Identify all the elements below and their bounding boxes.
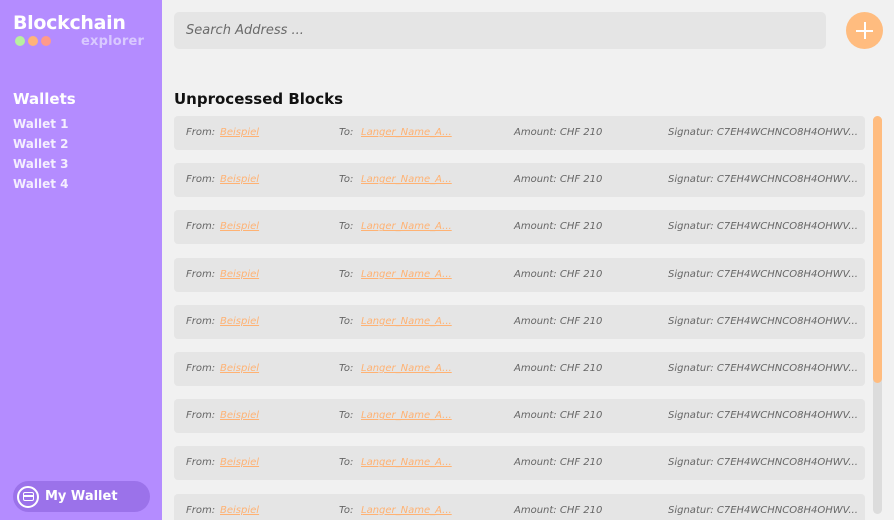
sidebar-item-wallet-3[interactable]: Wallet 3 <box>13 156 69 176</box>
block-signature: Signatur: C7EH4WCHNCO8H4OHWV... <box>668 457 858 469</box>
block-row[interactable]: From: Beispiel To: Langer_Name_A... Amount: … <box>174 210 865 245</box>
logo-dot-green <box>15 36 25 46</box>
block-from-label: From: <box>186 221 216 233</box>
scrollbar[interactable] <box>873 116 882 514</box>
block-amount: Amount: CHF 210 <box>514 410 603 422</box>
block-to-link[interactable]: Langer_Name_A... <box>361 494 452 520</box>
block-amount: Amount: CHF 210 <box>514 363 603 374</box>
block-from-label: From: <box>186 410 216 422</box>
block-amount: Amount: CHF 210 <box>514 268 603 280</box>
block-from-label: From: <box>186 268 216 280</box>
block-amount: Amount: CHF 210 <box>514 174 603 186</box>
block-to-link[interactable]: Langer_Name_A... <box>361 305 452 339</box>
page-title: Unprocessed Blocks <box>174 90 344 108</box>
logo-dot-orange <box>28 36 38 46</box>
block-to-link[interactable]: Langer_Name_A... <box>361 399 452 433</box>
block-to-label: To: <box>339 363 354 374</box>
block-to-label: To: <box>339 457 354 469</box>
block-amount: Amount: CHF 210 <box>514 457 603 469</box>
block-row[interactable]: From: Beispiel To: Langer_Name_A... Amount: … <box>174 352 865 386</box>
block-to-link[interactable]: Langer_Name_A... <box>361 116 452 150</box>
sidebar-item-wallet-4[interactable]: Wallet 4 <box>13 176 69 196</box>
block-from-link[interactable]: Beispiel <box>220 210 259 244</box>
block-row[interactable]: From: Beispiel To: Langer_Name_A... Amount: … <box>174 446 865 481</box>
my-wallet-label: My Wallet <box>45 489 118 504</box>
app-subtitle: explorer <box>81 34 145 49</box>
sidebar-item-wallet-1[interactable]: Wallet 1 <box>13 116 69 136</box>
block-amount: Amount: CHF 210 <box>514 221 603 233</box>
block-to-label: To: <box>339 410 354 422</box>
block-row[interactable]: From: Beispiel To: Langer_Name_A... Amount: … <box>174 163 865 198</box>
my-wallet-button[interactable]: My Wallet <box>13 481 150 512</box>
block-from-label: From: <box>186 457 216 469</box>
sidebar: Blockchain explorer Wallets Wallet 1 Wal… <box>0 0 162 520</box>
block-from-link[interactable]: Beispiel <box>220 446 259 480</box>
block-amount: Amount: CHF 210 <box>514 315 603 327</box>
block-row[interactable]: From: Beispiel To: Langer_Name_A... Amount: … <box>174 493 865 520</box>
block-row[interactable]: From: Beispiel To: Langer_Name_A... Amount: … <box>174 399 865 434</box>
block-from-link[interactable]: Beispiel <box>220 116 259 150</box>
block-from-link[interactable]: Beispiel <box>220 399 259 433</box>
block-amount: Amount: CHF 210 <box>514 127 603 138</box>
block-from-link[interactable]: Beispiel <box>220 258 259 292</box>
block-to-link[interactable]: Langer_Name_A... <box>361 163 452 197</box>
block-from-link[interactable]: Beispiel <box>220 163 259 197</box>
block-signature: Signatur: C7EH4WCHNCO8H4OHWV... <box>668 174 858 186</box>
block-to-link[interactable]: Langer_Name_A... <box>361 352 452 386</box>
block-signature: Signatur: C7EH4WCHNCO8H4OHWV... <box>668 410 858 422</box>
block-signature: Signatur: C7EH4WCHNCO8H4OHWV... <box>668 127 858 138</box>
block-to-label: To: <box>339 221 354 233</box>
block-to-label: To: <box>339 268 354 280</box>
block-to-link[interactable]: Langer_Name_A... <box>361 258 452 292</box>
block-to-label: To: <box>339 127 354 138</box>
block-to-link[interactable]: Langer_Name_A... <box>361 210 452 244</box>
wallet-list: Wallet 1 Wallet 2 Wallet 3 Wallet 4 <box>13 116 69 196</box>
add-button[interactable] <box>846 12 883 49</box>
block-signature: Signatur: C7EH4WCHNCO8H4OHWV... <box>668 504 858 516</box>
block-from-label: From: <box>186 363 216 374</box>
block-from-link[interactable]: Beispiel <box>220 305 259 339</box>
block-to-link[interactable]: Langer_Name_A... <box>361 446 452 480</box>
block-row[interactable]: From: Beispiel To: Langer_Name_A... Amount: … <box>174 304 865 339</box>
block-to-label: To: <box>339 315 354 327</box>
wallets-heading: Wallets <box>13 90 76 108</box>
app-logo[interactable]: Blockchain explorer <box>13 12 153 52</box>
block-row[interactable]: From: Beispiel To: Langer_Name_A... Amount: … <box>174 257 865 292</box>
block-from-link[interactable]: Beispiel <box>220 352 259 386</box>
app-title: Blockchain <box>13 12 126 34</box>
block-signature: Signatur: C7EH4WCHNCO8H4OHWV... <box>668 363 858 374</box>
block-from-link[interactable]: Beispiel <box>220 494 259 520</box>
block-amount: Amount: CHF 210 <box>514 504 603 516</box>
sidebar-item-wallet-2[interactable]: Wallet 2 <box>13 136 69 156</box>
block-from-label: From: <box>186 174 216 186</box>
block-to-label: To: <box>339 174 354 186</box>
block-from-label: From: <box>186 504 216 516</box>
block-row[interactable]: From: Beispiel To: Langer_Name_A... Amount: … <box>174 116 865 150</box>
block-signature: Signatur: C7EH4WCHNCO8H4OHWV... <box>668 221 858 233</box>
block-from-label: From: <box>186 127 216 138</box>
wallet-icon <box>17 485 39 508</box>
block-signature: Signatur: C7EH4WCHNCO8H4OHWV... <box>668 315 858 327</box>
block-from-label: From: <box>186 315 216 327</box>
scrollbar-thumb[interactable] <box>873 116 882 383</box>
logo-dots <box>15 36 51 46</box>
block-list: From: Beispiel To: Langer_Name_A... Amount: … <box>174 116 865 520</box>
block-to-label: To: <box>339 504 354 516</box>
search-input[interactable] <box>174 12 826 49</box>
block-signature: Signatur: C7EH4WCHNCO8H4OHWV... <box>668 268 858 280</box>
logo-dot-red <box>41 36 51 46</box>
